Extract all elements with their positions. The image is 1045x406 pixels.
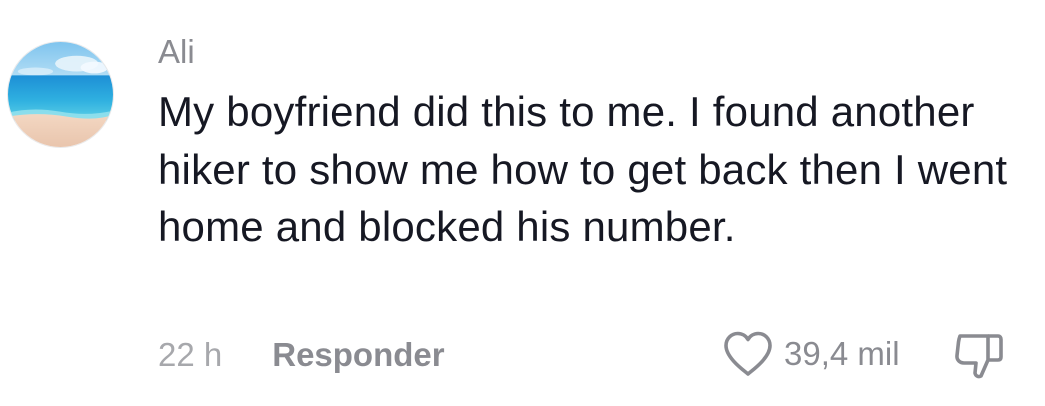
- beach-avatar-image: [8, 42, 113, 147]
- comment-text: My boyfriend did this to me. I found ano…: [158, 88, 1008, 250]
- comment-item: Ali My boyfriend did this to me. I found…: [0, 0, 1045, 406]
- thumbs-down-outline-icon[interactable]: [952, 330, 1006, 382]
- heart-outline-icon[interactable]: [722, 330, 774, 378]
- avatar[interactable]: [7, 41, 114, 148]
- like-button[interactable]: 39,4 mil: [722, 328, 900, 380]
- like-count: 39,4 mil: [784, 335, 900, 372]
- username[interactable]: Ali: [158, 30, 195, 74]
- comment-meta: 22 h Responder: [158, 330, 445, 380]
- reply-button[interactable]: Responder: [272, 331, 444, 379]
- timestamp: 22 h: [158, 336, 223, 373]
